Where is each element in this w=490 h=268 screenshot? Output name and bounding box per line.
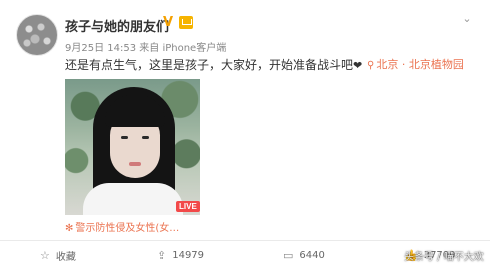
location-link[interactable]: ⚲ 北京 · 北京植物园	[367, 56, 464, 72]
post-timestamp[interactable]: 9月25日 14:53	[65, 43, 136, 54]
location-label: 北京 · 北京植物园	[376, 58, 464, 71]
verified-badge-icon: V	[163, 15, 174, 30]
avatar[interactable]	[16, 14, 58, 56]
chevron-down-icon[interactable]: ⌄	[460, 12, 474, 26]
star-icon: ☆	[40, 248, 50, 262]
post-body: 还是有点生气，这里是孩子，大家好，开始准备战斗吧	[65, 58, 354, 72]
watermark: 头条号 / 喵不大欢	[404, 252, 484, 263]
comment-count: 6440	[299, 249, 325, 261]
comment-icon: ▭	[283, 248, 294, 262]
topic-caption-text: 警示防性侵及女性(女…	[75, 223, 180, 233]
member-crown-icon	[179, 16, 193, 29]
share-count: 14979	[172, 249, 205, 261]
location-pin-icon: ⚲	[367, 60, 375, 71]
post-photo[interactable]	[65, 79, 200, 215]
topic-icon: ✻	[65, 223, 74, 233]
favorite-button[interactable]: ☆ 收藏	[40, 246, 76, 264]
username[interactable]: 孩子与她的朋友们	[65, 16, 169, 35]
topic-caption[interactable]: ✻ 警示防性侵及女性(女…	[65, 219, 195, 233]
post-text: 还是有点生气，这里是孩子，大家好，开始准备战斗吧❤	[65, 56, 362, 73]
heart-icon: ❤	[353, 59, 363, 72]
post-meta: 9月25日 14:53 来自 iPhone客户端	[65, 39, 226, 54]
share-button[interactable]: ⇪ 14979	[157, 246, 204, 264]
live-photo-badge: LIVE	[176, 201, 200, 212]
post-source: 来自 iPhone客户端	[139, 43, 227, 54]
comment-button[interactable]: ▭ 6440	[283, 246, 325, 264]
favorite-label: 收藏	[55, 251, 76, 263]
share-icon: ⇪	[157, 248, 167, 262]
divider	[0, 240, 490, 241]
